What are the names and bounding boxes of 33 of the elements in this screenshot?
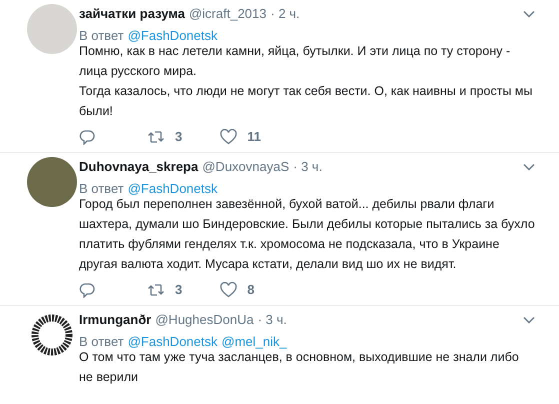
heart-icon[interactable] — [220, 282, 238, 298]
user-handle[interactable]: @icraft_2013 — [188, 5, 266, 23]
tweet-text: Город был переполнен завезённой, бухой ватой... дебилы рвали флаги шахтера, думали шо Биндеровские. Были дебилы которые пытались за бухло платить фублями генделях т.к. хромосома не подсказала, что в Украине другая валюта ходит. Мусара кстати, делали вид шо их не видят. — [79, 196, 535, 273]
mention-link[interactable]: @FashDonetsk — [128, 333, 218, 351]
tweet-text: О том что там уже туча засланцев, в основном, выходившие не знали либо не верили — [79, 349, 520, 386]
mention-link[interactable]: @FashDonetsk — [128, 180, 218, 198]
like-count: 8 — [247, 281, 254, 300]
tweet-time[interactable]: · 3 ч. — [258, 311, 287, 329]
mention-link[interactable]: @mel_nik_ — [222, 333, 287, 351]
mention-link[interactable]: @FashDonetsk — [128, 27, 218, 45]
display-name[interactable]: Duhovnaya_skrepa — [79, 158, 198, 176]
retweet-icon[interactable] — [147, 129, 165, 145]
chevron-down-icon[interactable] — [523, 163, 535, 171]
like-count: 11 — [247, 128, 261, 146]
tweet-time[interactable]: · 3 ч. — [293, 158, 322, 176]
retweet-icon[interactable] — [147, 282, 165, 298]
reply-label: В ответ — [79, 333, 124, 351]
reply-label: В ответ — [79, 27, 124, 45]
chevron-down-icon[interactable] — [523, 10, 535, 18]
user-handle[interactable]: @HughesDonUa — [155, 311, 254, 329]
display-name[interactable]: зайчатки разума — [79, 5, 185, 23]
chevron-down-icon[interactable] — [523, 316, 535, 324]
reply-label: В ответ — [79, 180, 124, 198]
tweet-text: Помню, как в нас летели камни, яйца, бутылки. И эти лица по ту сторону - лица русского мира. Тогда казалось, что люди не могут так себя вести. О, как наивны и просты мы были! — [79, 43, 534, 120]
heart-icon[interactable] — [220, 129, 238, 145]
user-handle[interactable]: @DuxovnayaS — [202, 158, 290, 176]
reply-icon[interactable] — [79, 282, 95, 298]
retweet-count: 3 — [175, 281, 182, 300]
reply-icon[interactable] — [79, 129, 95, 145]
tweet-time[interactable]: · 2 ч. — [270, 5, 300, 23]
display-name[interactable]: Irmunganðr — [79, 311, 152, 329]
avatar-picture[interactable] — [27, 157, 77, 207]
retweet-count: 3 — [175, 128, 182, 146]
